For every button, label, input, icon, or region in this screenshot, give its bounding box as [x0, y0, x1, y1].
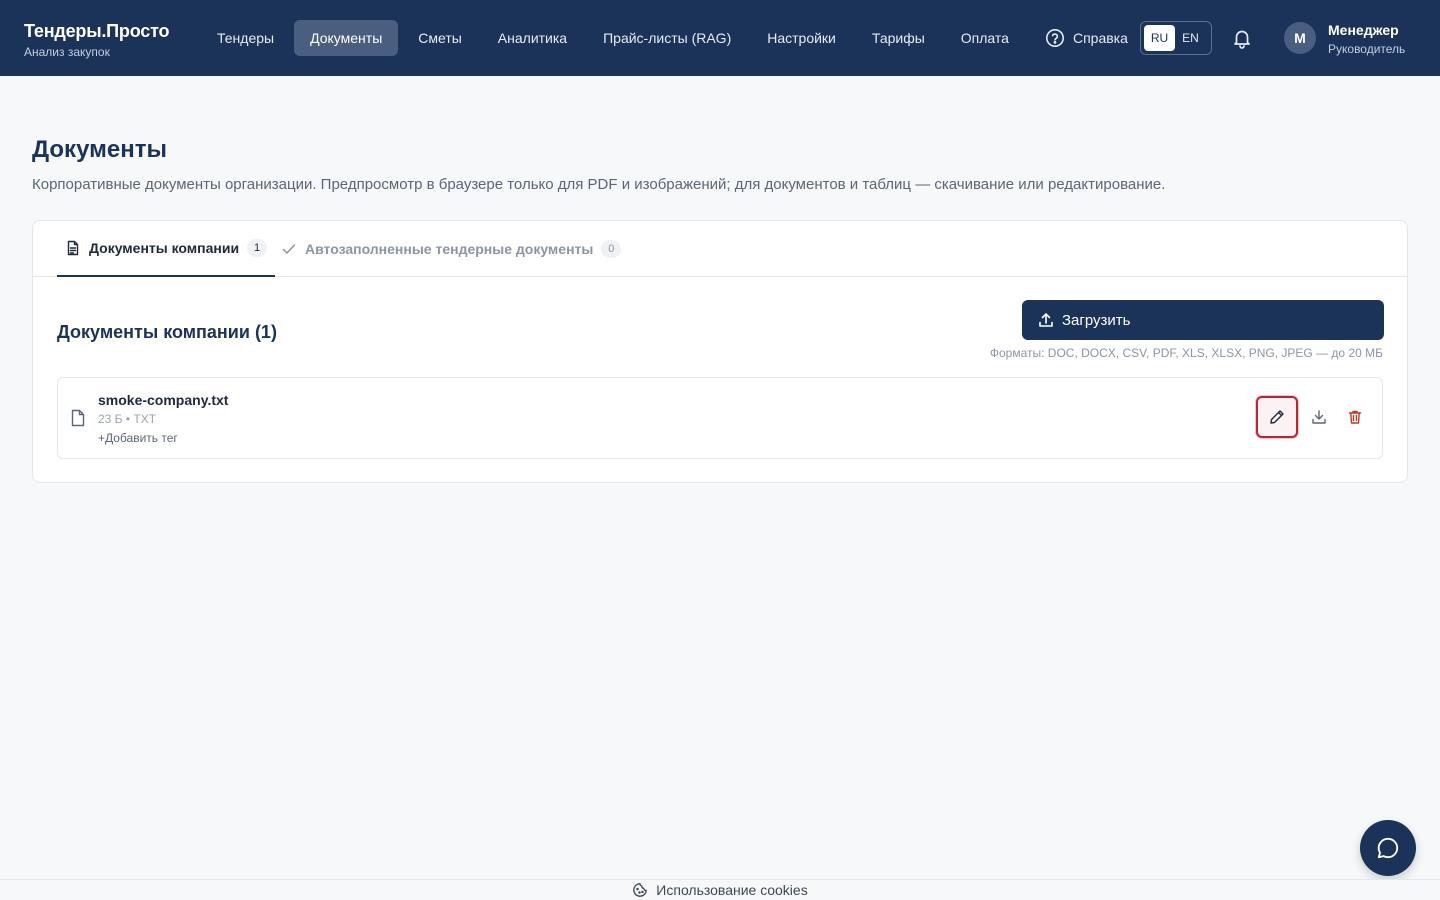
- brand-title: Тендеры.Просто: [24, 21, 170, 41]
- cookie-label: Использование cookies: [656, 882, 808, 898]
- plus-icon: +: [98, 431, 106, 445]
- language-switcher: RU EN: [1140, 21, 1212, 55]
- cookie-icon: [633, 883, 648, 897]
- user-avatar[interactable]: M: [1284, 22, 1316, 54]
- tab-autofilled-documents[interactable]: Автозаполненные тендерные документы 0: [281, 221, 622, 277]
- nav-item-tariffs[interactable]: Тарифы: [856, 20, 941, 56]
- nav-item-documents[interactable]: Документы: [294, 20, 399, 56]
- check-icon: [282, 244, 296, 254]
- upload-icon: [1039, 313, 1053, 327]
- main-nav: Тендеры Документы Сметы Аналитика Прайс-…: [201, 20, 1148, 56]
- nav-item-tenders[interactable]: Тендеры: [201, 20, 290, 56]
- edit-file-button[interactable]: [1256, 396, 1298, 438]
- nav-item-payment[interactable]: Оплата: [945, 20, 1025, 56]
- upload-button-label: Загрузить: [1062, 311, 1131, 329]
- file-meta: 23 Б • TXT: [98, 412, 157, 426]
- upload-button[interactable]: Загрузить: [1022, 300, 1384, 340]
- brand[interactable]: Тендеры.Просто Анализ закупок: [24, 20, 169, 60]
- lang-en-button[interactable]: EN: [1175, 25, 1206, 51]
- nav-item-help[interactable]: Справка: [1029, 20, 1144, 56]
- nav-item-estimates[interactable]: Сметы: [402, 20, 478, 56]
- page-description: Корпоративные документы организации. Пре…: [32, 176, 1166, 193]
- cookie-bar[interactable]: Использование cookies: [0, 879, 1440, 900]
- nav-help-label: Справка: [1072, 30, 1128, 46]
- add-tag-button[interactable]: +Добавить тег: [98, 430, 178, 446]
- chat-bubble-icon: [1377, 837, 1399, 859]
- delete-file-button[interactable]: [1334, 396, 1376, 438]
- tab-company-documents[interactable]: Документы компании 1: [57, 221, 276, 277]
- file-icon: [71, 409, 85, 427]
- chat-button[interactable]: [1360, 820, 1416, 876]
- tab-company-documents-count: 1: [247, 239, 268, 257]
- pencil-icon: [1270, 410, 1284, 424]
- add-tag-label: Добавить тег: [105, 431, 178, 445]
- trash-icon: [1348, 410, 1362, 424]
- document-icon: [67, 240, 79, 256]
- nav-item-settings[interactable]: Настройки: [751, 20, 852, 56]
- download-icon: [1312, 410, 1326, 424]
- brand-subtitle: Анализ закупок: [24, 45, 110, 59]
- tabs-bar: Документы компании 1 Автозаполненные тен…: [33, 221, 1407, 277]
- tab-company-documents-label: Документы компании: [89, 240, 240, 256]
- lang-ru-button[interactable]: RU: [1144, 25, 1175, 51]
- page-title: Документы: [32, 136, 167, 163]
- top-navbar: Тендеры.Просто Анализ закупок Тендеры До…: [0, 0, 1440, 76]
- documents-card: Документы компании 1 Автозаполненные тен…: [32, 220, 1408, 483]
- section-title: Документы компании (1): [57, 322, 277, 342]
- file-name[interactable]: smoke-company.txt: [98, 391, 228, 409]
- nav-item-price-lists[interactable]: Прайс-листы (RAG): [587, 20, 747, 56]
- user-role: Руководитель: [1328, 42, 1406, 56]
- file-row[interactable]: smoke-company.txt 23 Б • TXT +Добавить т…: [57, 377, 1383, 459]
- nav-item-analytics[interactable]: Аналитика: [482, 20, 583, 56]
- tab-autofilled-documents-label: Автозаполненные тендерные документы: [305, 241, 594, 257]
- upload-formats-hint: Форматы: DOC, DOCX, CSV, PDF, XLS, XLSX,…: [989, 346, 1383, 360]
- notifications-bell-icon[interactable]: [1230, 26, 1254, 50]
- user-name[interactable]: Менеджер: [1328, 21, 1399, 39]
- help-circle-icon: [1045, 29, 1064, 47]
- tab-autofilled-documents-count: 0: [601, 240, 622, 258]
